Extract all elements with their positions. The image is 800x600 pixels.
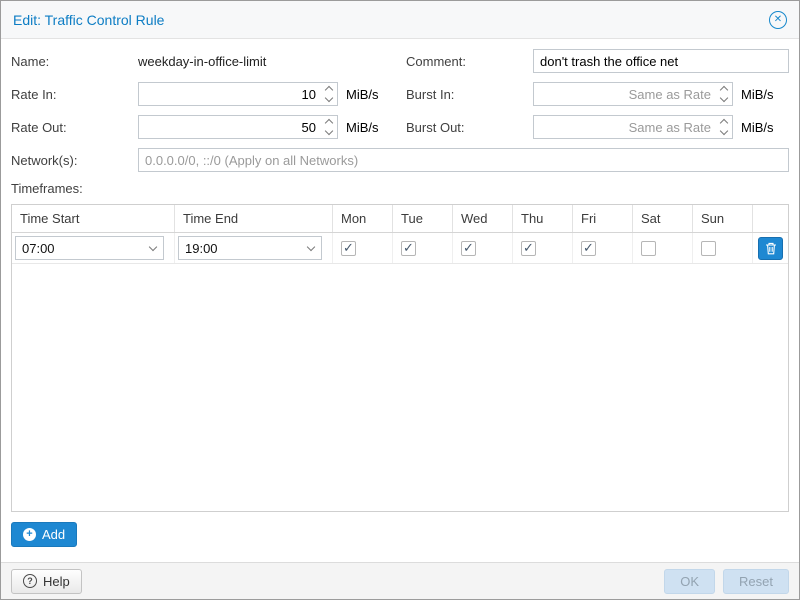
- header-fri[interactable]: Fri: [573, 205, 633, 232]
- burst-in-spinner: [533, 82, 733, 106]
- spinner-down-icon[interactable]: [719, 94, 727, 102]
- dialog-title: Edit: Traffic Control Rule: [13, 12, 164, 28]
- burst-out-field-row: Burst Out: MiB/s: [406, 115, 789, 139]
- burst-in-unit: MiB/s: [741, 87, 774, 102]
- dialog-header: Edit: Traffic Control Rule ✕: [1, 1, 799, 39]
- burst-out-unit: MiB/s: [741, 120, 774, 135]
- networks-field-row: Network(s):: [11, 148, 789, 172]
- rate-in-unit: MiB/s: [346, 87, 379, 102]
- burst-in-spinner-arrows[interactable]: [715, 83, 732, 105]
- wed-cell: [453, 233, 513, 263]
- thu-checkbox[interactable]: [521, 241, 536, 256]
- burst-out-input[interactable]: [534, 116, 715, 138]
- table-empty-area: [12, 264, 788, 511]
- rate-in-label: Rate In:: [11, 87, 138, 102]
- mon-checkbox[interactable]: [341, 241, 356, 256]
- rate-in-field-row: Rate In: MiB/s: [11, 82, 406, 106]
- mon-cell: [333, 233, 393, 263]
- time-start-combo[interactable]: 07:00: [15, 236, 164, 260]
- header-sun[interactable]: Sun: [693, 205, 753, 232]
- comment-field-row: Comment:: [406, 49, 789, 73]
- spinner-down-icon[interactable]: [324, 94, 332, 102]
- header-sat[interactable]: Sat: [633, 205, 693, 232]
- ok-button[interactable]: OK: [664, 569, 715, 594]
- trash-icon: [765, 242, 777, 255]
- rate-out-label: Rate Out:: [11, 120, 138, 135]
- question-circle-icon: ?: [23, 574, 37, 588]
- add-button[interactable]: + Add: [11, 522, 77, 547]
- header-tue[interactable]: Tue: [393, 205, 453, 232]
- timeframes-table-header: Time Start Time End Mon Tue Wed Thu Fri …: [12, 205, 788, 233]
- spinner-down-icon[interactable]: [324, 127, 332, 135]
- footer-actions: OK Reset: [664, 569, 789, 594]
- tue-checkbox[interactable]: [401, 241, 416, 256]
- rate-in-spinner: [138, 82, 338, 106]
- comment-label: Comment:: [406, 54, 533, 69]
- form-column-left: Name: weekday-in-office-limit Rate In: M…: [11, 49, 406, 148]
- header-mon[interactable]: Mon: [333, 205, 393, 232]
- time-start-value: 07:00: [16, 241, 143, 256]
- sat-cell: [633, 233, 693, 263]
- timeframes-table: Time Start Time End Mon Tue Wed Thu Fri …: [11, 204, 789, 512]
- row-actions-cell: [753, 233, 788, 263]
- rate-out-field-row: Rate Out: MiB/s: [11, 115, 406, 139]
- combo-trigger[interactable]: [301, 237, 321, 259]
- time-end-value: 19:00: [179, 241, 301, 256]
- burst-in-input[interactable]: [534, 83, 715, 105]
- time-end-cell: 19:00: [175, 233, 333, 263]
- rate-out-unit: MiB/s: [346, 120, 379, 135]
- close-icon[interactable]: ✕: [769, 11, 787, 29]
- rate-in-spinner-arrows[interactable]: [320, 83, 337, 105]
- fri-checkbox[interactable]: [581, 241, 596, 256]
- name-value: weekday-in-office-limit: [138, 54, 266, 69]
- comment-input[interactable]: [533, 49, 789, 73]
- rate-in-input[interactable]: [139, 83, 320, 105]
- help-button[interactable]: ? Help: [11, 569, 82, 594]
- spinner-down-icon[interactable]: [719, 127, 727, 135]
- burst-out-spinner-arrows[interactable]: [715, 116, 732, 138]
- chevron-down-icon: [149, 243, 157, 251]
- form-column-right: Comment: Burst In: MiB/s Burst O: [406, 49, 789, 148]
- wed-checkbox[interactable]: [461, 241, 476, 256]
- form-columns: Name: weekday-in-office-limit Rate In: M…: [11, 49, 789, 148]
- header-actions: [753, 205, 788, 232]
- time-end-combo[interactable]: 19:00: [178, 236, 322, 260]
- burst-in-field-row: Burst In: MiB/s: [406, 82, 789, 106]
- sun-checkbox[interactable]: [701, 241, 716, 256]
- dialog-body: Name: weekday-in-office-limit Rate In: M…: [1, 39, 799, 562]
- traffic-control-rule-dialog: Edit: Traffic Control Rule ✕ Name: weekd…: [0, 0, 800, 600]
- burst-out-spinner: [533, 115, 733, 139]
- networks-label: Network(s):: [11, 153, 138, 168]
- tue-cell: [393, 233, 453, 263]
- rate-out-input[interactable]: [139, 116, 320, 138]
- fri-cell: [573, 233, 633, 263]
- rate-out-spinner-arrows[interactable]: [320, 116, 337, 138]
- sat-checkbox[interactable]: [641, 241, 656, 256]
- header-wed[interactable]: Wed: [453, 205, 513, 232]
- header-time-end[interactable]: Time End: [175, 205, 333, 232]
- plus-circle-icon: +: [23, 528, 36, 541]
- header-time-start[interactable]: Time Start: [12, 205, 175, 232]
- timeframes-label: Timeframes:: [11, 181, 789, 196]
- reset-button[interactable]: Reset: [723, 569, 789, 594]
- burst-in-label: Burst In:: [406, 87, 533, 102]
- chevron-down-icon: [307, 243, 315, 251]
- networks-input[interactable]: [138, 148, 789, 172]
- help-button-label: Help: [43, 574, 70, 589]
- name-field-row: Name: weekday-in-office-limit: [11, 49, 406, 73]
- header-thu[interactable]: Thu: [513, 205, 573, 232]
- time-start-cell: 07:00: [12, 233, 175, 263]
- combo-trigger[interactable]: [143, 237, 163, 259]
- sun-cell: [693, 233, 753, 263]
- rate-out-spinner: [138, 115, 338, 139]
- burst-out-label: Burst Out:: [406, 120, 533, 135]
- delete-row-button[interactable]: [758, 237, 783, 260]
- timeframe-row: 07:00 19:00: [12, 233, 788, 264]
- dialog-footer: ? Help OK Reset: [1, 562, 799, 599]
- add-button-label: Add: [42, 527, 65, 542]
- thu-cell: [513, 233, 573, 263]
- name-label: Name:: [11, 54, 138, 69]
